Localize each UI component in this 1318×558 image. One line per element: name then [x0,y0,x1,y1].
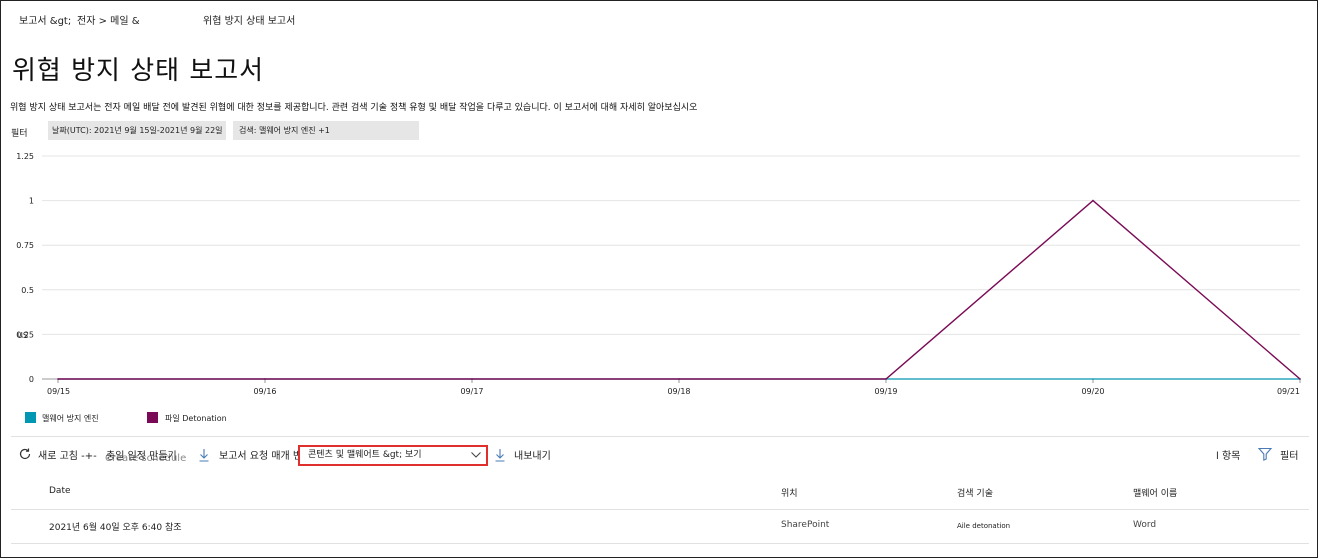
y-tick-label: 0.75 [16,241,34,250]
table-row-divider [11,543,1309,544]
items-count: l 항목 [1216,451,1241,462]
x-tick-label: 09/21 [1277,387,1300,396]
breadcrumb-email[interactable]: 전자 > 메일 & [77,12,140,27]
column-header-malware-name[interactable]: 맬웨어 이름 [1133,486,1177,499]
series-1-point [1092,378,1094,380]
breadcrumb-current: 위협 방지 상태 보고서 [203,16,296,27]
y-tick-label: 0 [29,375,34,384]
legend-swatch-detonation [147,412,158,423]
y-tick-label: 0.5 [21,286,34,295]
cell-location: SharePoint [781,520,830,530]
series-2-point [264,378,266,380]
detection-filter-pill[interactable]: 검색: 맬웨어 방지 엔진 +1 [233,121,419,140]
download-icon [198,447,210,466]
table-header-divider [11,509,1309,510]
chart-y-ticks: 00.250.50.7511.25 [16,152,34,384]
page-description: 위협 방지 상태 보고서는 전자 메일 배달 전에 발견된 위협에 대한 정보를… [10,103,698,113]
chart-x-ticks: 09/15 09/16 09/17 09/18 09/19 09/20 09/21 [47,379,1301,396]
threat-chart: 00.250.50.7511.25 US 09/15 09/16 09/17 09/1… [16,152,1301,396]
cell-malware-name: Word [1133,520,1157,530]
view-dropdown-value: 콘텐츠 및 맬웨어트 &gt; 보기 [308,450,422,460]
x-tick-label: 09/20 [1081,387,1104,396]
filter-label: 필터 [11,129,28,139]
legend-label-detonation[interactable]: 파일 Detonation [165,413,227,424]
refresh-button[interactable]: 새로 고침 -+- [38,447,97,462]
legend-label-antimalware[interactable]: 맬웨어 방지 엔진 [42,413,99,424]
series-2-point [1299,378,1301,380]
column-header-location[interactable]: 위치 [781,486,798,499]
export-button[interactable]: 내보내기 [514,447,551,462]
view-dropdown[interactable]: 콘텐츠 및 맬웨어트 &gt; 보기 [298,445,488,466]
refresh-icon[interactable] [18,446,32,465]
filter-icon[interactable] [1257,446,1273,465]
column-header-date[interactable]: Date [49,486,71,496]
x-tick-label: 09/19 [874,387,897,396]
page-title: 위협 방지 상태 보고서 [12,56,265,86]
column-header-detection-tech[interactable]: 검색 기술 [957,486,993,499]
series-2-point [885,378,887,380]
x-tick-label: 09/18 [667,387,690,396]
series-2-point [1092,199,1094,202]
export-icon [494,447,506,466]
x-tick-label: 09/17 [460,387,483,396]
date-filter-pill[interactable]: 날짜(UTC): 2021년 9월 15일-2021년 9월 22일 [48,121,226,140]
create-schedule-button[interactable]: 충일 일정 만들기 [106,447,177,462]
chart-grid [42,155,1300,380]
breadcrumb-reports[interactable]: 보고서 &gt; [19,12,71,27]
legend-swatch-antimalware [25,412,36,423]
divider [11,436,1309,437]
x-tick-label: 09/15 [47,387,70,396]
series-2-point [471,378,473,380]
x-tick-label: 09/16 [253,387,276,396]
series-2-point [57,378,59,380]
cell-detection-tech: Aile detonation [957,522,1011,530]
filter-button[interactable]: 필터 [1280,447,1298,462]
chevron-down-icon [470,450,482,467]
cell-date: 2021년 6월 40일 오후 6:40 참조 [49,523,182,533]
y-tick-label: 1 [29,197,34,206]
chart-y-axis-label: US [17,331,28,340]
y-tick-label: 1.25 [16,152,34,161]
series-2-point [678,378,680,380]
